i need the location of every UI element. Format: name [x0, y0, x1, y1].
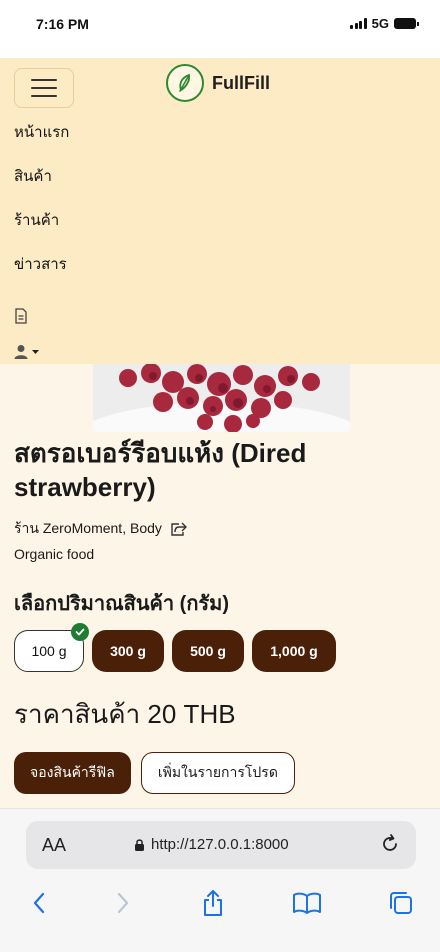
- nav-menu: หน้าแรก สินค้า ร้านค้า ข่าวสาร: [14, 122, 69, 370]
- back-icon[interactable]: [24, 883, 54, 923]
- bookmarks-icon[interactable]: [292, 883, 322, 923]
- share-icon[interactable]: [170, 521, 188, 537]
- status-bar: 7:16 PM 5G: [0, 0, 440, 58]
- reserve-refill-button[interactable]: จองสินค้ารีฟิล: [14, 752, 131, 794]
- quantity-option-500g[interactable]: 500 g: [172, 630, 244, 672]
- browser-chrome: AA http://127.0.0.1:8000: [0, 808, 440, 952]
- product-price: ราคาสินค้า 20 THB: [14, 699, 236, 729]
- user-icon: [14, 345, 39, 359]
- product-title: สตรอเบอร์รีอบแห้ง (Dired strawberry): [14, 438, 307, 502]
- url-text: http://127.0.0.1:8000: [151, 836, 289, 853]
- menu-toggle-button[interactable]: [14, 68, 74, 108]
- lock-icon: [135, 838, 144, 851]
- tabs-icon[interactable]: [386, 883, 416, 923]
- browser-toolbar: [0, 883, 440, 923]
- quantity-label: 100 g: [31, 643, 67, 659]
- brand-name: FullFill: [212, 72, 270, 93]
- forward-icon[interactable]: [108, 883, 138, 923]
- brand[interactable]: FullFill: [166, 64, 270, 102]
- leaf-logo-icon: [166, 64, 204, 102]
- quantity-option-1000g[interactable]: 1,000 g: [252, 630, 336, 672]
- nav-item-shops[interactable]: ร้านค้า: [14, 210, 69, 254]
- product-image: [93, 364, 350, 432]
- product-detail: สตรอเบอร์รีอบแห้ง (Dired strawberry) ร้า…: [0, 364, 440, 808]
- status-indicators: 5G: [350, 16, 419, 31]
- text-size-label: AA: [42, 835, 67, 855]
- reload-icon[interactable]: [378, 832, 402, 861]
- signal-icon: [350, 18, 367, 29]
- check-icon: [71, 623, 89, 641]
- shop-row: ร้าน ZeroMoment, Body: [14, 518, 188, 540]
- nav-item-products[interactable]: สินค้า: [14, 166, 69, 210]
- address-bar[interactable]: AA http://127.0.0.1:8000: [26, 821, 416, 869]
- quantity-option-100g[interactable]: 100 g: [14, 623, 89, 672]
- action-buttons: จองสินค้ารีฟิล เพิ่มในรายการโปรด: [14, 752, 295, 794]
- nav-item-home[interactable]: หน้าแรก: [14, 122, 69, 166]
- nav-item-news[interactable]: ข่าวสาร: [14, 254, 69, 298]
- quantity-heading: เลือกปริมาณสินค้า (กรัม): [14, 593, 230, 615]
- quantity-option-300g[interactable]: 300 g: [92, 630, 164, 672]
- battery-icon: [394, 18, 419, 29]
- network-label: 5G: [371, 16, 389, 31]
- url-display[interactable]: http://127.0.0.1:8000: [134, 836, 289, 853]
- text-size-button[interactable]: AA: [42, 835, 66, 856]
- share-sheet-icon[interactable]: [198, 883, 228, 923]
- quantity-options: 100 g 300 g 500 g 1,000 g: [14, 623, 336, 672]
- navbar: FullFill หน้าแรก สินค้า ร้านค้า ข่าวสาร: [0, 58, 440, 364]
- add-to-wishlist-button[interactable]: เพิ่มในรายการโปรด: [140, 752, 295, 794]
- status-time: 7:16 PM: [36, 16, 89, 32]
- shop-name[interactable]: ร้าน ZeroMoment, Body: [14, 518, 162, 540]
- product-category: Organic food: [14, 546, 95, 562]
- document-icon[interactable]: [14, 298, 69, 334]
